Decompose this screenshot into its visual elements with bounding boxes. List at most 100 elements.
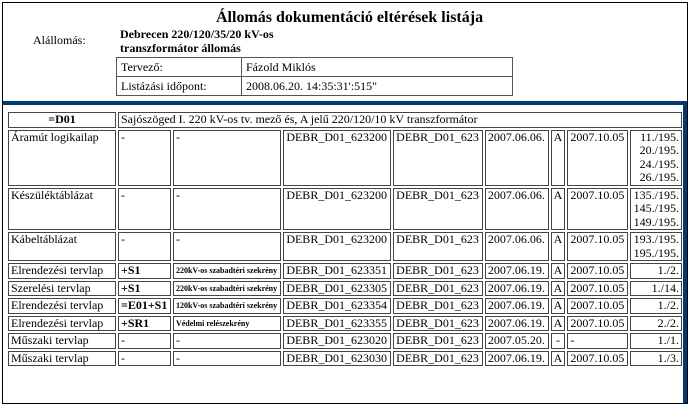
document-number-cell: DEBR_D01_623351 [283,263,392,279]
page-reference: 20./195. [639,143,679,157]
date-cell: 2007.06.06. [484,187,549,230]
page-reference: 195./195. [633,245,679,260]
state-cell: A [550,187,566,230]
reference-cell: DEBR_D01_623 [393,280,483,296]
scrollbar[interactable] [683,101,687,403]
approval-date-cell: 2007.10.05 [567,232,629,261]
pages-cell: 11./195. 20./195. 24./195. 26./195. [630,129,682,186]
date-cell: 2007.06.19. [484,315,549,331]
pages-cell: 135./195. 145./195. 149./195. [630,187,682,230]
description-cell: - [172,232,282,261]
description-cell: Védelmi relészekrény [172,315,282,331]
approval-date-cell: 2007.10.05 [567,263,629,279]
pages-cell: 1./1. [630,333,682,349]
page-reference: 135./195. [633,187,679,202]
pages-cell: 1./14. [630,280,682,296]
description-cell: - [172,333,282,349]
approval-date-cell: - [567,333,629,349]
group-description: Sajószöged I. 220 kV-os tv. mező és, A j… [118,112,682,128]
page-reference: 193./195. [633,232,679,246]
table-row: Elrendezési tervlap =E01+S1 120kV-os szaba… [8,298,682,314]
mark-cell: +SR1 [118,315,171,331]
date-cell: 2007.05.20. [484,333,549,349]
table-row: Műszaki tervlap - - DEBR_D01_623020 DEBR_D01… [8,333,682,349]
station-name-line1: Debrecen 220/120/35/20 kV-os [120,27,274,41]
approval-date-cell: 2007.10.05 [567,350,629,366]
page-reference: 1./3. [657,350,679,365]
state-cell: - [550,333,566,349]
date-cell: 2007.06.06. [484,129,549,186]
reference-cell: DEBR_D01_623 [393,232,483,261]
doc-type-cell: Műszaki tervlap [8,333,116,349]
deviation-table: =D01 Sajószöged I. 220 kV-os tv. mező és… [6,110,684,368]
listing-time-label: Listázási időpont: [116,76,242,96]
doc-type-cell: Szerelési tervlap [8,280,116,296]
document-number-cell: DEBR_D01_623354 [283,298,392,314]
pages-cell: 1./2. [630,298,682,314]
state-cell: A [550,129,566,186]
mark-cell: - [118,187,171,230]
designer-row: Tervező: Fázold Miklós [116,57,513,77]
mark-cell: - [118,350,171,366]
document-number-cell: DEBR_D01_623020 [283,333,392,349]
document-number-cell: DEBR_D01_623305 [283,280,392,296]
description-cell: 120kV-os szabadtéri szekrény [172,298,282,314]
state-cell: A [550,280,566,296]
table-row: Áramút logikailap - - DEBR_D01_623200 DEBR_D… [8,129,682,186]
date-cell: 2007.06.19. [484,350,549,366]
doc-type-cell: Elrendezési tervlap [8,298,116,314]
table-row: Kábeltáblázat - - DEBR_D01_623200 DEBR_D01_6… [8,232,682,261]
group-code: =D01 [8,112,116,128]
approval-date-cell: 2007.10.05 [567,315,629,331]
date-cell: 2007.06.19. [484,263,549,279]
reference-cell: DEBR_D01_623 [393,333,483,349]
state-cell: A [550,315,566,331]
state-cell: A [550,350,566,366]
station-label: Alállomás: [33,33,86,47]
document-number-cell: DEBR_D01_623355 [283,315,392,331]
pages-cell: 193./195. 195./195. [630,232,682,261]
state-cell: A [550,298,566,314]
mark-cell: +S1 [118,280,171,296]
header-separator [3,101,687,105]
document-number-cell: DEBR_D01_623200 [283,232,392,261]
reference-cell: DEBR_D01_623 [393,187,483,230]
table-row: Műszaki tervlap - - DEBR_D01_623030 DEBR_D01… [8,350,682,366]
report-content: =D01 Sajószöged I. 220 kV-os tv. mező és… [6,110,684,368]
description-cell: - [172,187,282,230]
reference-cell: DEBR_D01_623 [393,298,483,314]
mark-cell: - [118,129,171,186]
date-cell: 2007.06.19. [484,280,549,296]
page-reference: 145./195. [633,201,679,215]
date-cell: 2007.06.06. [484,232,549,261]
reference-cell: DEBR_D01_623 [393,129,483,186]
table-row: Elrendezési tervlap +S1 220kV-os szabadtér… [8,263,682,279]
reference-cell: DEBR_D01_623 [393,315,483,331]
doc-type-cell: Áramút logikailap [8,129,116,186]
page-reference: 26./195. [639,170,679,184]
approval-date-cell: 2007.10.05 [567,280,629,296]
report-frame: Állomás dokumentáció eltérések listája A… [2,2,688,404]
listing-time-row: Listázási időpont: 2008.06.20. 14:35:31'… [116,76,513,96]
page-reference: 149./195. [633,214,679,229]
report-info-table: Tervező: Fázold Miklós Listázási időpont… [116,57,513,96]
page-reference: 1./2. [657,298,679,312]
table-row: Elrendezési tervlap +SR1 Védelmi relészekr… [8,315,682,331]
doc-type-cell: Elrendezési tervlap [8,263,116,279]
page-reference: 1./1. [657,333,679,347]
state-cell: A [550,263,566,279]
mark-cell: - [118,232,171,261]
reference-cell: DEBR_D01_623 [393,263,483,279]
pages-cell: 2./2. [630,315,682,331]
doc-type-cell: Elrendezési tervlap [8,315,116,331]
mark-cell: - [118,333,171,349]
pages-cell: 1./2. [630,263,682,279]
designer-label: Tervező: [116,57,242,77]
station-name: Debrecen 220/120/35/20 kV-os transzformá… [120,27,340,55]
description-cell: 220kV-os szabadtéri szekrény [172,280,282,296]
approval-date-cell: 2007.10.05 [567,187,629,230]
station-name-line2: transzformátor állomás [120,41,241,55]
date-cell: 2007.06.19. [484,298,549,314]
approval-date-cell: 2007.10.05 [567,298,629,314]
mark-cell: +S1 [118,263,171,279]
